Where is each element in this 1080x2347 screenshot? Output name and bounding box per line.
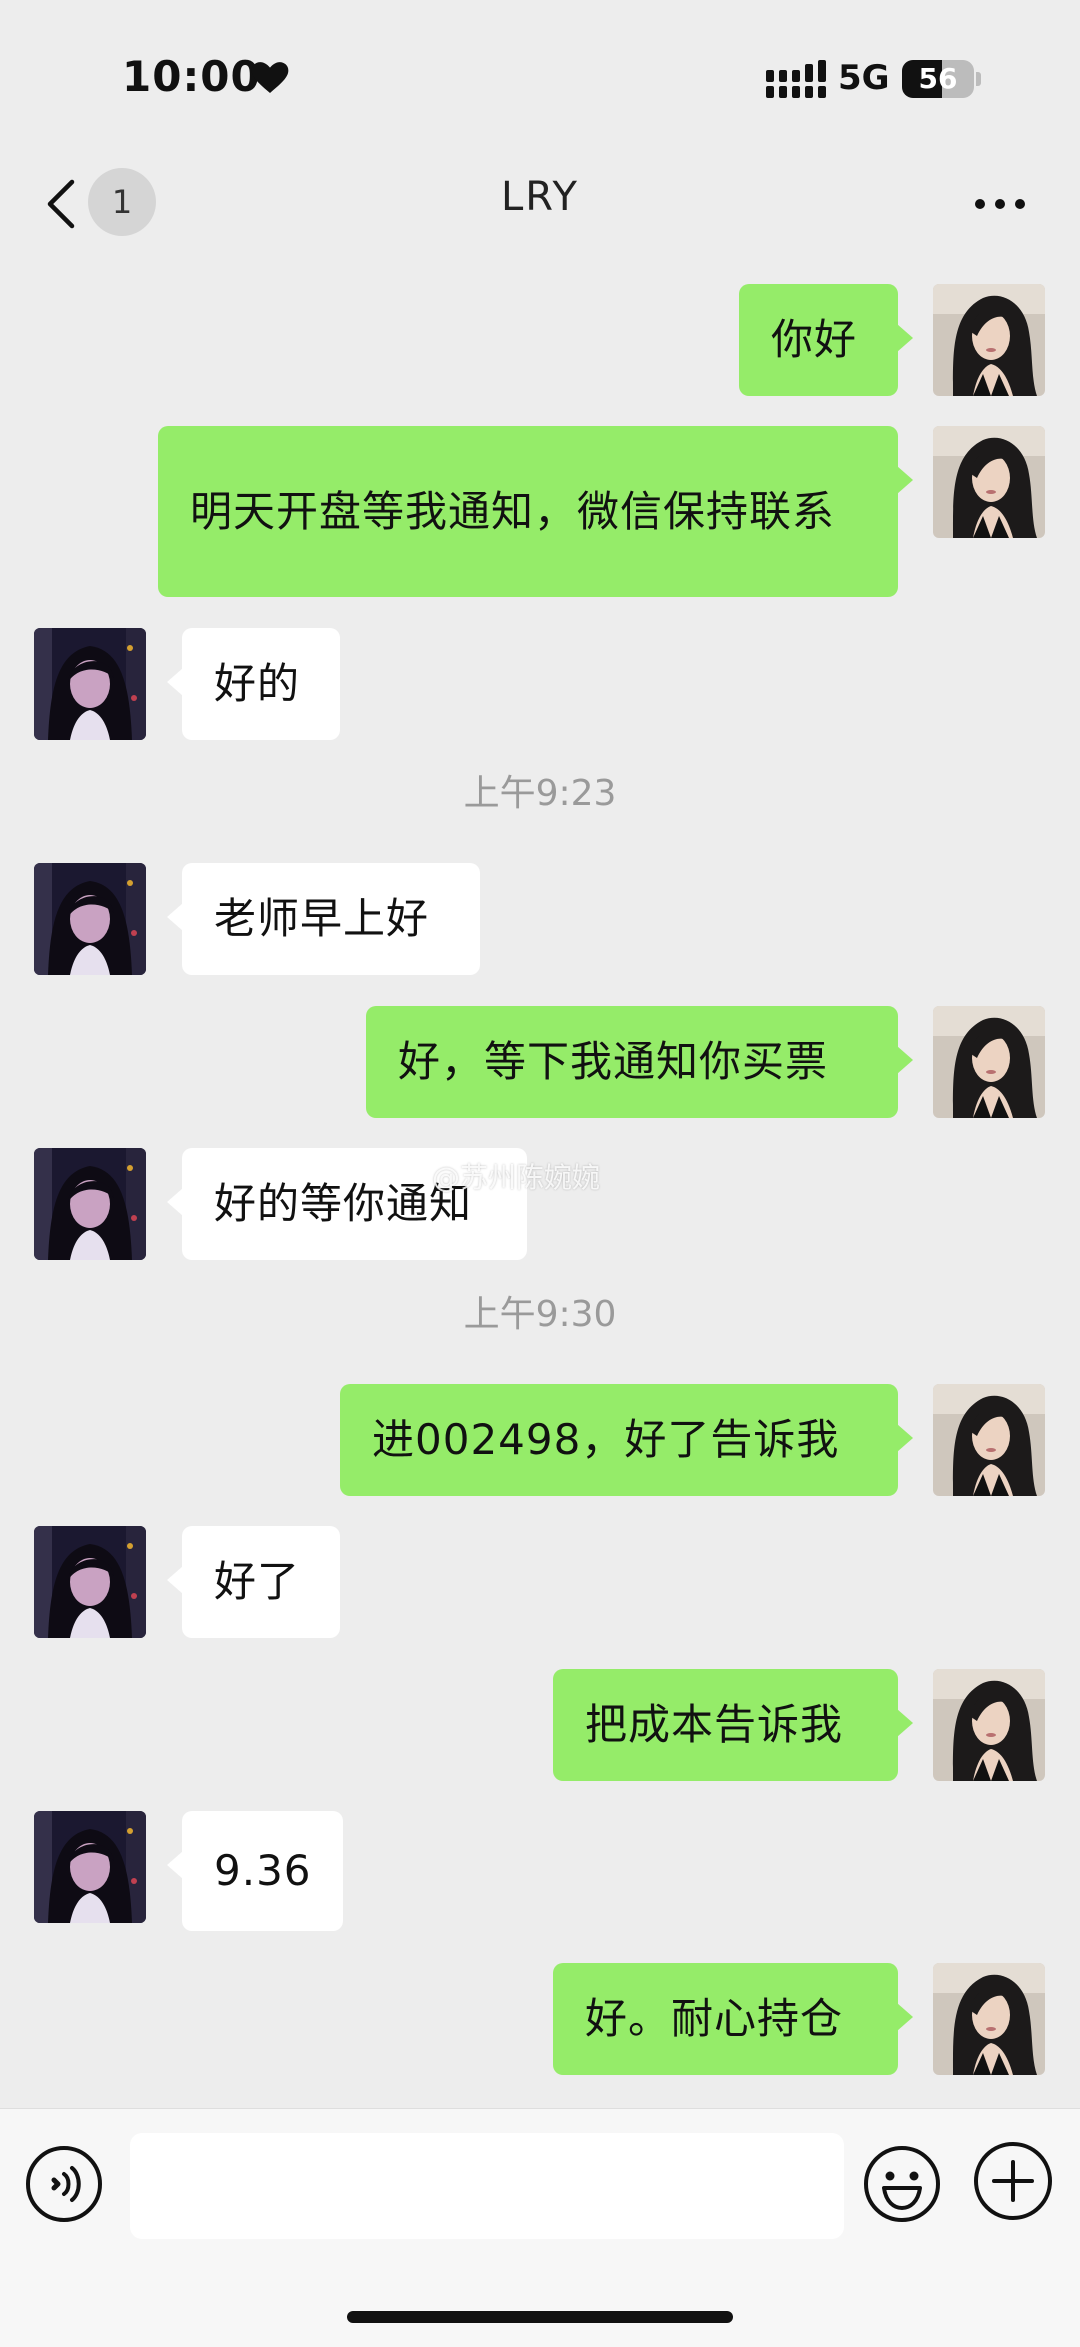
my-avatar[interactable] <box>933 426 1045 538</box>
contact-avatar[interactable] <box>34 863 146 975</box>
contact-avatar[interactable] <box>34 628 146 740</box>
contact-avatar[interactable] <box>34 1148 146 1260</box>
contact-avatar[interactable] <box>34 1811 146 1923</box>
received-message-bubble[interactable]: 9.36 <box>167 1811 343 1931</box>
more-icon[interactable] <box>972 196 1028 212</box>
emoji-icon[interactable] <box>862 2144 942 2224</box>
plus-icon[interactable] <box>972 2140 1054 2222</box>
home-indicator[interactable] <box>347 2311 733 2323</box>
status-time: 10:00 <box>122 52 261 101</box>
voice-icon[interactable] <box>24 2144 104 2224</box>
message-timestamp: 上午9:30 <box>463 1294 617 1335</box>
sent-message-bubble[interactable]: 你好 <box>739 284 913 396</box>
contact-avatar[interactable] <box>34 1526 146 1638</box>
sent-message-bubble[interactable]: 好。耐心持仓 <box>553 1963 913 2075</box>
my-avatar[interactable] <box>933 1963 1045 2075</box>
chevron-left-icon[interactable] <box>42 178 82 230</box>
my-avatar[interactable] <box>933 1006 1045 1118</box>
status-bar: 10:00 5G 56 <box>0 0 1080 160</box>
message-timestamp: 上午9:23 <box>463 773 617 814</box>
sent-message-bubble[interactable]: 把成本告诉我 <box>553 1669 913 1781</box>
signal-icon <box>766 60 826 98</box>
sent-message-bubble[interactable]: 好，等下我通知你买票 <box>366 1006 913 1118</box>
received-message-bubble[interactable]: 好的 <box>167 628 340 740</box>
battery-level: 56 <box>918 62 958 95</box>
my-avatar[interactable] <box>933 284 1045 396</box>
sent-message-bubble[interactable]: 进002498，好了告诉我 <box>340 1384 913 1496</box>
message-input[interactable] <box>130 2133 844 2239</box>
heart-icon <box>251 62 289 93</box>
battery-indicator: 56 <box>902 60 982 100</box>
chat-title: LRY <box>501 174 579 220</box>
received-message-bubble[interactable]: 好了 <box>167 1526 340 1638</box>
received-message-bubble[interactable]: 老师早上好 <box>167 863 480 975</box>
watermark: @苏州陈婉婉 <box>432 1161 601 1194</box>
unread-count-badge[interactable]: 1 <box>88 168 156 236</box>
network-type: 5G <box>838 58 890 98</box>
my-avatar[interactable] <box>933 1384 1045 1496</box>
sent-message-bubble[interactable]: 明天开盘等我通知，微信保持联系 <box>158 426 913 597</box>
my-avatar[interactable] <box>933 1669 1045 1781</box>
